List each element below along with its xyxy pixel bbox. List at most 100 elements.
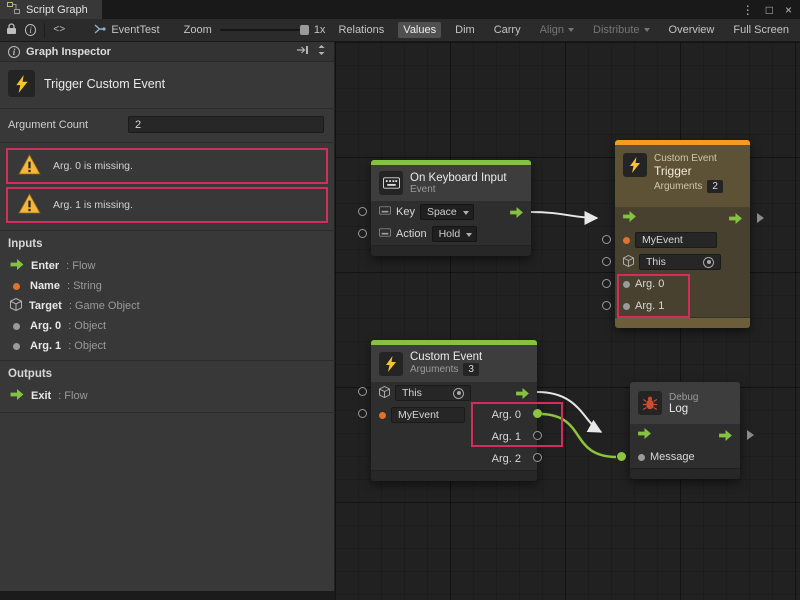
info-icon[interactable]: i	[25, 24, 36, 36]
align-dropdown[interactable]: Align	[535, 22, 579, 38]
zoom-slider-knob[interactable]	[300, 25, 309, 35]
node-header: Custom Event Trigger Arguments2	[615, 145, 750, 207]
toolbar-buttons: Relations Values Dim Carry Align Distrib…	[333, 22, 794, 38]
relations-button[interactable]: Relations	[333, 22, 389, 38]
input-port[interactable]	[358, 229, 367, 238]
flow-arrow-icon	[10, 389, 24, 403]
tab-script-graph[interactable]: Script Graph	[0, 0, 102, 19]
code-view-icon[interactable]: <>	[53, 25, 65, 36]
distribute-dropdown[interactable]: Distribute	[588, 22, 654, 38]
warning-text: Arg. 1 is missing.	[53, 199, 133, 211]
graph-inspector-header: i Graph Inspector	[0, 42, 334, 62]
overview-button[interactable]: Overview	[664, 22, 720, 38]
caret-down-icon	[644, 28, 650, 32]
close-icon[interactable]: ×	[785, 3, 792, 17]
node-trigger-custom-event[interactable]: Custom Event Trigger Arguments2 MyEvent …	[615, 140, 750, 328]
graph-asset-icon	[93, 23, 106, 38]
node-on-keyboard-input[interactable]: On Keyboard Input Event Key Space Action…	[371, 160, 531, 256]
flow-row	[630, 424, 740, 446]
warning-arg0-missing: Arg. 0 is missing.	[6, 148, 328, 184]
divider	[0, 142, 335, 143]
divider	[0, 230, 335, 231]
node-custom-event[interactable]: Custom Event Arguments 3 This MyEvent Arg…	[371, 340, 537, 481]
output-port-arg1[interactable]	[533, 431, 542, 440]
node-header: Custom Event Arguments 3	[371, 345, 537, 382]
node-title: Custom Event	[410, 351, 482, 363]
port-row-event-name: MyEvent Arg. 0	[371, 404, 537, 426]
target-selector[interactable]: This	[395, 385, 471, 401]
graph-canvas[interactable]: On Keyboard Input Event Key Space Action…	[335, 42, 800, 600]
key-dropdown[interactable]: Space	[420, 204, 474, 220]
output-row-exit: Exit : Flow	[10, 386, 325, 406]
action-dropdown[interactable]: Hold	[432, 226, 478, 242]
input-row-enter: Enter : Flow	[10, 256, 325, 276]
input-port-message[interactable]	[617, 452, 626, 461]
maximize-icon[interactable]: □	[766, 3, 773, 17]
object-port-icon	[623, 303, 630, 310]
flow-in-arrow[interactable]	[638, 428, 651, 442]
input-port[interactable]	[602, 235, 611, 244]
window-titlebar: Script Graph ⋮ □ ×	[0, 0, 800, 19]
gameobject-cube-icon	[623, 255, 634, 270]
object-port-icon	[623, 281, 630, 288]
dock-panel-icon[interactable]	[296, 45, 309, 58]
graph-asset-chip[interactable]: EventTest	[93, 23, 159, 38]
carry-button[interactable]: Carry	[489, 22, 526, 38]
wire-keyboard-to-trigger	[531, 212, 597, 218]
node-header: On Keyboard Input Event	[371, 165, 531, 201]
string-port-icon	[623, 237, 630, 244]
node-footer	[630, 468, 740, 479]
divider	[0, 412, 335, 413]
full-screen-button[interactable]: Full Screen	[728, 22, 794, 38]
output-port-arg0[interactable]	[533, 409, 542, 418]
input-port[interactable]	[358, 409, 367, 418]
input-port[interactable]	[602, 257, 611, 266]
event-name-field[interactable]: MyEvent	[635, 232, 717, 248]
flow-row	[615, 207, 750, 229]
kebab-menu-icon[interactable]: ⋮	[742, 3, 754, 17]
values-button[interactable]: Values	[398, 22, 441, 38]
port-row-message: Message	[630, 446, 740, 468]
panel-scroll-arrows-icon[interactable]	[317, 44, 326, 59]
arguments-count-badge: 3	[463, 363, 479, 376]
object-port-icon	[638, 454, 645, 461]
zoom-value: 1x	[314, 24, 326, 36]
target-picker-icon[interactable]	[703, 257, 714, 268]
output-port-arg2[interactable]	[533, 453, 542, 462]
target-selector[interactable]: This	[639, 254, 721, 270]
string-port-icon	[379, 412, 386, 419]
caret-down-icon	[568, 28, 574, 32]
lightning-icon	[623, 153, 647, 177]
info-icon: i	[8, 46, 20, 58]
argument-count-field[interactable]: 2	[128, 116, 324, 133]
input-port[interactable]	[602, 301, 611, 310]
lock-icon[interactable]	[6, 23, 17, 38]
arguments-label: Arguments	[654, 181, 702, 192]
input-port[interactable]	[358, 207, 367, 216]
flow-out-arrow[interactable]	[719, 430, 732, 441]
node-debug-log[interactable]: Debug Log Message	[630, 382, 740, 479]
flow-in-arrow[interactable]	[623, 211, 636, 225]
input-port[interactable]	[602, 279, 611, 288]
input-row-arg0: Arg. 0 : Object	[10, 316, 325, 336]
input-row-target: Target : Game Object	[10, 296, 325, 316]
port-row-arg1: Arg. 1	[371, 426, 537, 448]
target-picker-icon[interactable]	[453, 388, 464, 399]
input-port[interactable]	[358, 387, 367, 396]
zoom-slider[interactable]	[220, 29, 306, 31]
node-footer	[371, 470, 537, 481]
bug-icon	[638, 391, 662, 415]
flow-out-arrow[interactable]	[510, 207, 523, 218]
tab-label: Script Graph	[26, 4, 88, 16]
event-name-field[interactable]: MyEvent	[391, 407, 465, 423]
gameobject-cube-icon	[10, 298, 22, 314]
flow-out-arrow[interactable]	[516, 388, 529, 399]
zoom-label: Zoom	[184, 24, 212, 36]
flow-arrow-icon	[10, 259, 24, 273]
argument-count-label: Argument Count	[8, 119, 88, 131]
flow-out-arrow[interactable]	[729, 213, 742, 224]
dim-button[interactable]: Dim	[450, 22, 480, 38]
arguments-label: Arguments	[410, 364, 458, 375]
port-label-message: Message	[650, 451, 695, 463]
toolbar-separator	[44, 23, 45, 38]
